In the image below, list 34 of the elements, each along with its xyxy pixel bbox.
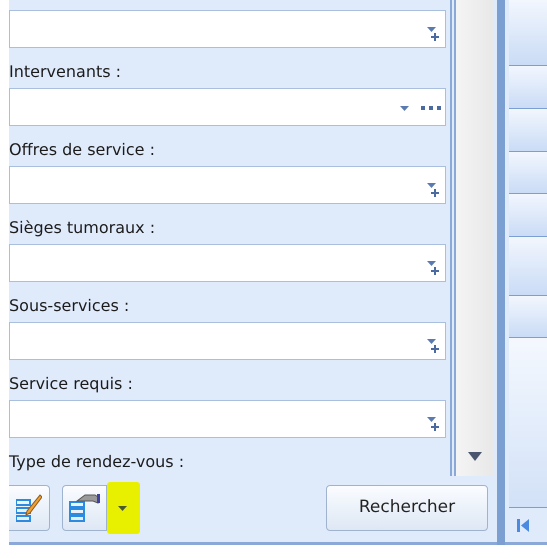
side-tab[interactable]: [509, 109, 547, 152]
ellipsis-icon[interactable]: [421, 106, 441, 110]
filter-add-icon[interactable]: [427, 27, 440, 41]
input-field[interactable]: [9, 88, 446, 126]
filter-add-icon[interactable]: [427, 417, 440, 431]
side-tab[interactable]: [509, 237, 547, 296]
search-button[interactable]: Rechercher: [326, 485, 488, 531]
field-label: Service requis :: [9, 373, 133, 395]
field-label: Sous-services :: [9, 295, 130, 317]
side-tab[interactable]: [509, 296, 547, 338]
field-label: Type de rendez-vous :: [9, 451, 184, 473]
dropdown-arrow-icon[interactable]: [400, 106, 409, 110]
filter-add-icon[interactable]: [427, 183, 440, 197]
input-field[interactable]: [9, 322, 446, 360]
caret-icon: [118, 506, 127, 510]
input-field[interactable]: [9, 244, 446, 282]
side-tab[interactable]: [509, 66, 547, 109]
input-field[interactable]: [9, 10, 446, 48]
list-pencil-icon: [16, 494, 42, 522]
filter-add-icon[interactable]: [427, 261, 440, 275]
side-tab[interactable]: [509, 152, 547, 194]
field-label: Offres de service :: [9, 139, 155, 161]
side-tab[interactable]: [509, 194, 547, 237]
side-tab[interactable]: [509, 0, 547, 66]
input-field[interactable]: [9, 166, 446, 204]
filter-add-icon[interactable]: [427, 339, 440, 353]
list-hand-icon: [68, 493, 100, 523]
field-label: Sièges tumoraux :: [9, 217, 156, 239]
scroll-down-icon[interactable]: [468, 452, 482, 461]
scrollbar[interactable]: [456, 0, 493, 476]
input-field[interactable]: [9, 400, 446, 438]
first-page-icon[interactable]: [517, 518, 529, 532]
edit-list-button[interactable]: [9, 485, 50, 531]
field-label: Intervenants :: [9, 61, 122, 83]
